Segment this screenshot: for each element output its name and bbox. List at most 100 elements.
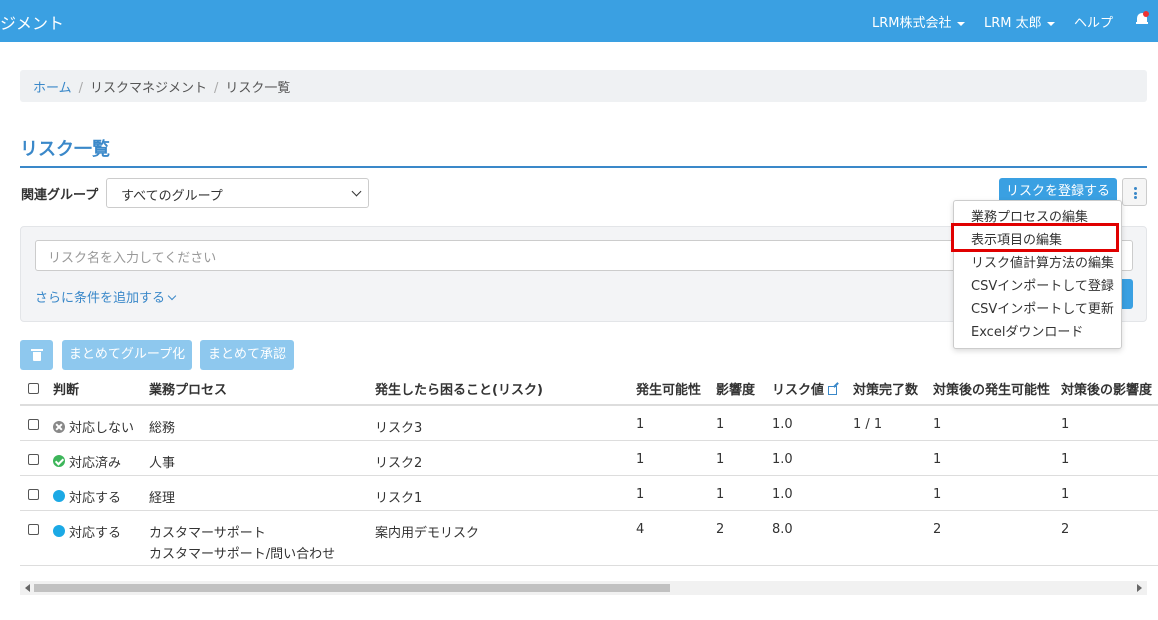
risk-table-container: 判断 業務プロセス 発生したら困ること(リスク) 発生可能性 影響度 リスク値 …: [20, 372, 1158, 572]
row-completed: 1 / 1: [853, 405, 933, 441]
chevron-down-icon: [167, 291, 177, 301]
menu-item-csv-import-register[interactable]: CSVインポートして登録: [954, 275, 1121, 298]
app-title[interactable]: ジメント: [0, 10, 64, 34]
delete-button[interactable]: [20, 340, 53, 370]
more-options-button[interactable]: [1122, 178, 1147, 206]
row-completed: [853, 475, 933, 511]
row-risk[interactable]: 案内用デモリスク: [375, 510, 636, 566]
row-status: 対応する: [69, 490, 122, 506]
external-link-icon[interactable]: [828, 385, 838, 395]
row-post-impact: 1: [1061, 475, 1158, 511]
row-post-probability: 2: [933, 510, 1061, 566]
add-condition-link[interactable]: さらに条件を追加する: [35, 287, 177, 306]
not-handled-icon: [53, 420, 65, 433]
col-probability[interactable]: 発生可能性: [636, 372, 716, 406]
row-impact: 1: [716, 405, 772, 441]
table-row[interactable]: 対応する カスタマーサポートカスタマーサポート/問い合わせ 案内用デモリスク 4…: [20, 510, 1158, 566]
row-post-probability: 1: [933, 475, 1061, 511]
col-risk-value[interactable]: リスク値: [772, 372, 853, 406]
table-row[interactable]: 対応済み 人事 リスク2 1 1 1.0 1 1: [20, 440, 1158, 476]
group-select[interactable]: すべてのグループ: [106, 178, 369, 208]
menu-item-edit-risk-calc[interactable]: リスク値計算方法の編集: [954, 252, 1121, 275]
row-risk-value: 1.0: [772, 475, 853, 511]
help-link[interactable]: ヘルプ: [1074, 12, 1113, 31]
scroll-left-arrow-icon[interactable]: [25, 584, 30, 592]
row-process-sub: カスタマーサポート/問い合わせ: [149, 546, 336, 562]
col-risk-value-label: リスク値: [772, 382, 825, 398]
check-circle-icon: [53, 455, 65, 467]
col-completed[interactable]: 対策完了数: [853, 372, 933, 406]
row-risk-value: 1.0: [772, 440, 853, 476]
caret-down-icon: [1046, 21, 1055, 26]
col-impact[interactable]: 影響度: [716, 372, 772, 406]
row-risk[interactable]: リスク1: [375, 475, 636, 511]
user-name: LRM 太郎: [984, 16, 1042, 31]
table-row[interactable]: 対応しない 総務 リスク3 1 1 1.0 1 / 1 1 1: [20, 405, 1158, 441]
row-checkbox[interactable]: [28, 488, 39, 500]
row-post-probability: 1: [933, 405, 1061, 441]
col-risk[interactable]: 発生したら困ること(リスク): [375, 372, 636, 406]
col-judgment[interactable]: 判断: [53, 372, 149, 406]
company-name: LRM株式会社: [872, 16, 952, 31]
row-risk-value: 8.0: [772, 510, 853, 566]
row-completed: [853, 510, 933, 566]
row-checkbox[interactable]: [28, 523, 39, 535]
group-filter-label: 関連グループ: [21, 188, 99, 203]
row-status: 対応しない: [69, 421, 135, 436]
row-risk[interactable]: リスク2: [375, 440, 636, 476]
table-row[interactable]: 対応する 経理 リスク1 1 1 1.0 1 1: [20, 475, 1158, 511]
row-post-impact: 1: [1061, 440, 1158, 476]
col-post-impact[interactable]: 対策後の影響度: [1061, 372, 1158, 406]
kebab-menu-icon: [1134, 187, 1137, 199]
row-risk[interactable]: リスク3: [375, 405, 636, 441]
status-dot-icon: [53, 490, 65, 502]
row-completed: [853, 440, 933, 476]
notification-dot: [1143, 11, 1149, 17]
row-process: 総務: [149, 405, 375, 441]
breadcrumb-current: リスク一覧: [225, 81, 291, 96]
bulk-approve-button[interactable]: まとめて承認: [200, 340, 294, 370]
risk-table: 判断 業務プロセス 発生したら困ること(リスク) 発生可能性 影響度 リスク値 …: [20, 372, 1158, 566]
company-menu[interactable]: LRM株式会社: [872, 12, 965, 31]
row-status: 対応済み: [69, 455, 122, 471]
status-dot-icon: [53, 525, 65, 537]
row-probability: 1: [636, 405, 716, 441]
add-condition-label: さらに条件を追加する: [35, 291, 166, 306]
row-probability: 4: [636, 510, 716, 566]
row-post-probability: 1: [933, 440, 1061, 476]
row-checkbox[interactable]: [28, 453, 39, 465]
breadcrumb-separator: /: [214, 81, 219, 96]
page-title: リスク一覧: [20, 139, 110, 160]
row-process: 経理: [149, 475, 375, 511]
title-divider: [20, 166, 1147, 168]
row-process: カスタマーサポート: [149, 525, 266, 541]
breadcrumb-section: リスクマネジメント: [90, 81, 208, 96]
scrollbar-thumb[interactable]: [34, 584, 670, 592]
row-post-impact: 2: [1061, 510, 1158, 566]
row-post-impact: 1: [1061, 405, 1158, 441]
chevron-down-icon: [351, 186, 362, 197]
breadcrumb-separator: /: [78, 81, 84, 96]
horizontal-scrollbar[interactable]: [20, 581, 1147, 595]
menu-item-excel-download[interactable]: Excelダウンロード: [954, 321, 1121, 344]
breadcrumb: ホーム / リスクマネジメント / リスク一覧: [20, 70, 1147, 102]
bell-icon[interactable]: [1136, 11, 1149, 27]
select-all-checkbox[interactable]: [28, 382, 39, 394]
row-checkbox[interactable]: [28, 419, 39, 430]
menu-item-csv-import-update[interactable]: CSVインポートして更新: [954, 298, 1121, 321]
user-menu[interactable]: LRM 太郎: [984, 12, 1055, 31]
group-select-value: すべてのグループ: [121, 189, 223, 204]
table-header-row: 判断 業務プロセス 発生したら困ること(リスク) 発生可能性 影響度 リスク値 …: [20, 372, 1158, 406]
row-status: 対応する: [69, 525, 122, 541]
col-post-probability[interactable]: 対策後の発生可能性: [933, 372, 1061, 406]
col-process[interactable]: 業務プロセス: [149, 372, 375, 406]
row-probability: 1: [636, 475, 716, 511]
highlight-annotation: [951, 223, 1119, 252]
caret-down-icon: [956, 21, 965, 26]
row-process: 人事: [149, 440, 375, 476]
row-impact: 1: [716, 475, 772, 511]
breadcrumb-home[interactable]: ホーム: [33, 81, 72, 96]
trash-icon: [31, 349, 43, 361]
scroll-right-arrow-icon[interactable]: [1137, 584, 1142, 592]
bulk-group-button[interactable]: まとめてグループ化: [62, 340, 192, 370]
